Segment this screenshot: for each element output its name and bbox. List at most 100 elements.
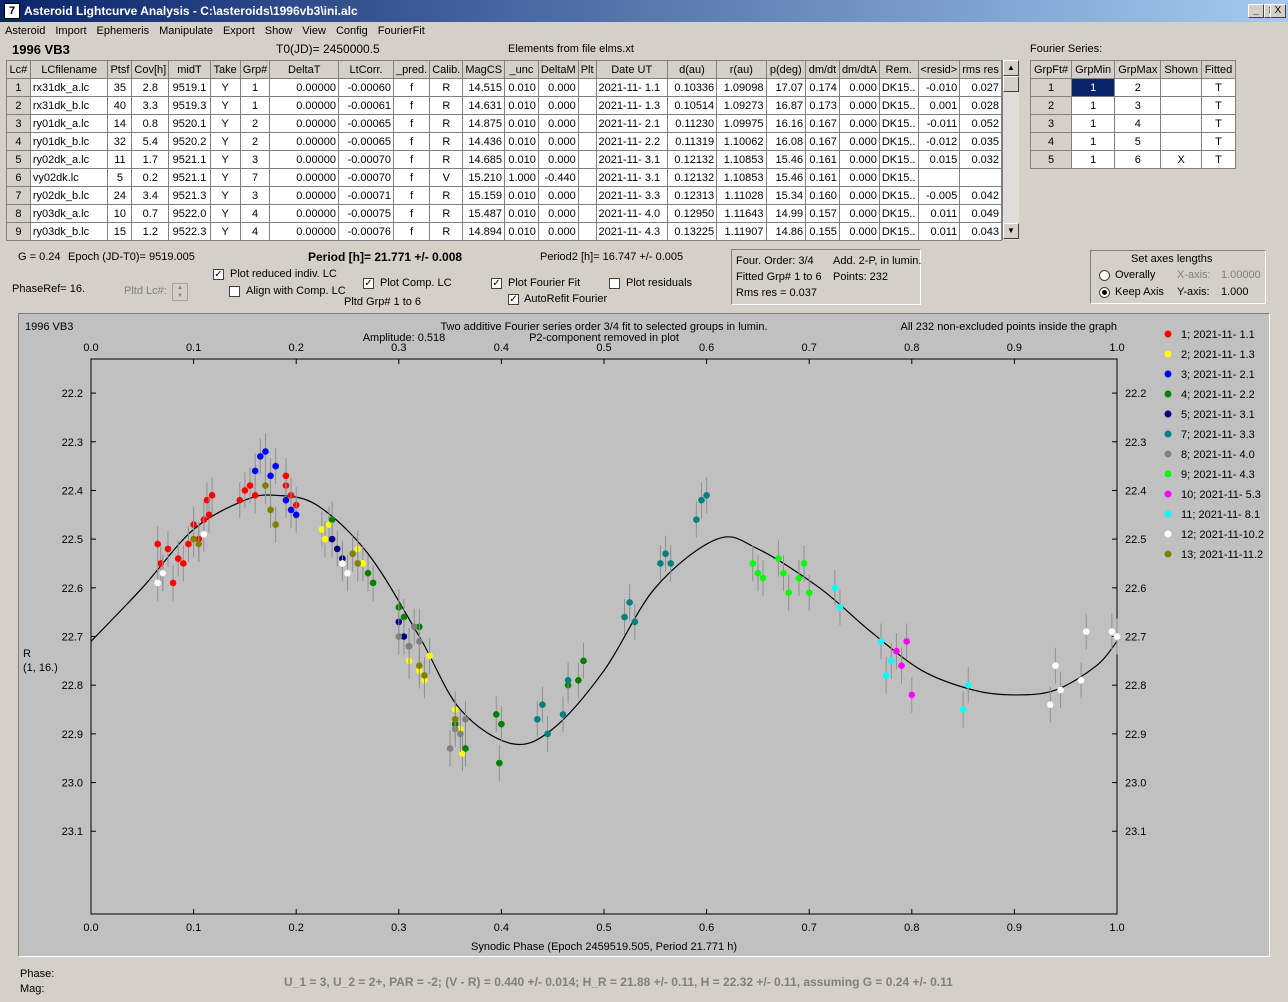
lc-cell[interactable]: 3 <box>239 186 271 205</box>
lc-cell[interactable]: 0.000 <box>838 204 880 223</box>
lc-cell[interactable]: DK15.. <box>878 96 919 115</box>
lc-cell[interactable]: 1.09975 <box>716 114 767 133</box>
lc-cell[interactable]: 0.010 <box>504 204 539 223</box>
lc-cell[interactable]: R <box>429 114 464 133</box>
lc-cell[interactable]: DK15.. <box>878 168 919 187</box>
ft-table-row[interactable]: 415 T <box>1029 132 1237 151</box>
lc-cell[interactable]: 2 <box>239 132 271 151</box>
ft-cell[interactable] <box>1160 96 1202 115</box>
lc-cell[interactable]: 0.167 <box>805 114 840 133</box>
lc-cell[interactable]: 9522.0 <box>168 204 211 223</box>
lc-cell[interactable]: 0.000 <box>537 114 579 133</box>
lc-col-header[interactable]: LCfilename <box>29 60 109 79</box>
lc-cell[interactable]: 0.12132 <box>666 150 718 169</box>
lc-cell[interactable]: Y <box>209 78 241 97</box>
ft-cell[interactable]: 4 <box>1114 114 1162 133</box>
menu-import[interactable]: Import <box>50 22 91 37</box>
lc-cell[interactable]: 7 <box>239 168 271 187</box>
lc-cell[interactable]: -0.00060 <box>337 78 395 97</box>
lc-cell[interactable]: 0.052 <box>959 114 1002 133</box>
lc-cell[interactable]: 0.015 <box>917 150 961 169</box>
lc-cell[interactable]: 0.155 <box>805 222 840 241</box>
plot-comp-checkbox[interactable]: ✓ <box>363 278 374 289</box>
lc-cell[interactable]: 0.00000 <box>269 204 339 223</box>
lc-cell[interactable]: Y <box>209 186 241 205</box>
lc-cell[interactable]: R <box>429 132 464 151</box>
lc-cell[interactable]: DK15.. <box>878 222 919 241</box>
lc-cell[interactable] <box>577 186 597 205</box>
lc-cell[interactable]: 0.00000 <box>269 168 339 187</box>
ft-cell[interactable]: 2 <box>1114 78 1162 97</box>
lc-cell[interactable]: f <box>393 96 431 115</box>
menu-manipulate[interactable]: Manipulate <box>154 22 218 37</box>
lc-cell[interactable]: f <box>393 204 431 223</box>
lc-cell[interactable]: 16.16 <box>765 114 807 133</box>
lc-cell[interactable]: 1.7 <box>131 150 170 169</box>
lc-cell[interactable]: 0.000 <box>537 222 579 241</box>
ft-cell[interactable]: X <box>1160 150 1202 169</box>
lc-cell[interactable]: 2021-11- 3.1 <box>595 150 668 169</box>
plot-reduced-checkbox[interactable]: ✓ <box>213 269 224 280</box>
lc-cell[interactable]: 1.10853 <box>716 168 767 187</box>
menu-config[interactable]: Config <box>331 22 373 37</box>
lc-col-header[interactable]: LtCorr. <box>337 60 395 79</box>
lc-cell[interactable]: 0.161 <box>805 168 840 187</box>
lc-cell[interactable]: 14.631 <box>462 96 506 115</box>
lc-cell[interactable]: 35 <box>107 78 133 97</box>
lc-cell[interactable]: 0.10336 <box>666 78 718 97</box>
lc-col-header[interactable]: Cov[h] <box>131 60 170 79</box>
ft-cell[interactable] <box>1160 78 1202 97</box>
lc-cell[interactable]: 11 <box>107 150 133 169</box>
lc-cell[interactable]: ry03dk_a.lc <box>29 204 109 223</box>
lc-cell[interactable]: 2021-11- 4.3 <box>595 222 668 241</box>
lc-col-header[interactable]: Ptsf <box>107 60 133 79</box>
lc-cell[interactable]: 0.13225 <box>666 222 718 241</box>
lc-cell[interactable]: 3.4 <box>131 186 170 205</box>
lc-cell[interactable]: -0.00075 <box>337 204 395 223</box>
lc-cell[interactable]: 0.032 <box>959 150 1002 169</box>
lc-cell[interactable]: DK15.. <box>878 132 919 151</box>
lc-cell[interactable]: 2021-11- 3.3 <box>595 186 668 205</box>
plot-fourier-checkbox[interactable]: ✓ <box>491 278 502 289</box>
lc-table-row[interactable]: 8 ry03dk_a.lc 10 0.7 9522.0 Y 4 0.00000 -0.00075… <box>6 204 1002 223</box>
scroll-up-icon[interactable]: ▲ <box>1003 60 1019 76</box>
lc-cell[interactable]: Y <box>209 222 241 241</box>
lc-col-header[interactable]: DeltaM <box>537 60 579 79</box>
lc-cell[interactable]: DK15.. <box>878 186 919 205</box>
lc-cell[interactable]: 0.157 <box>805 204 840 223</box>
lc-cell[interactable]: 14.685 <box>462 150 506 169</box>
lc-cell[interactable]: R <box>429 78 464 97</box>
ft-cell[interactable]: 1 <box>1071 78 1116 97</box>
lc-cell[interactable]: 0.010 <box>504 150 539 169</box>
ft-cell[interactable]: 1 <box>1029 78 1073 97</box>
lc-cell[interactable]: 16.87 <box>765 96 807 115</box>
ft-cell[interactable]: 3 <box>1029 114 1073 133</box>
lc-table-row[interactable]: 6 vy02dk.lc 5 0.2 9521.1 Y 7 0.00000 -0.00070 f V 1… <box>6 168 1002 187</box>
ft-cell[interactable]: T <box>1200 96 1237 115</box>
lc-cell[interactable]: 1.09098 <box>716 78 767 97</box>
lc-col-header[interactable]: _pred. <box>393 60 431 79</box>
menu-view[interactable]: View <box>297 22 331 37</box>
lc-cell[interactable]: 9521.1 <box>168 168 211 187</box>
lc-cell[interactable]: 1.10062 <box>716 132 767 151</box>
lc-cell[interactable]: 1.11643 <box>716 204 767 223</box>
lc-cell[interactable]: rx31dk_b.lc <box>29 96 109 115</box>
lc-col-header[interactable]: rms res <box>959 60 1002 79</box>
lc-cell[interactable]: f <box>393 222 431 241</box>
lc-col-header[interactable]: _unc <box>504 60 539 79</box>
lc-cell[interactable]: 2021-11- 3.1 <box>595 168 668 187</box>
lc-cell[interactable]: 0.010 <box>504 222 539 241</box>
lc-col-header[interactable]: p(deg) <box>765 60 807 79</box>
lc-cell[interactable]: f <box>393 150 431 169</box>
lc-cell[interactable]: vy02dk.lc <box>29 168 109 187</box>
lc-cell[interactable]: DK15.. <box>878 204 919 223</box>
lc-cell[interactable]: 0.12313 <box>666 186 718 205</box>
lc-cell[interactable]: 0.10514 <box>666 96 718 115</box>
lc-cell[interactable]: 40 <box>107 96 133 115</box>
ft-cell[interactable]: 5 <box>1029 150 1073 169</box>
lc-cell[interactable]: 2021-11- 4.0 <box>595 204 668 223</box>
lc-cell[interactable]: 0.160 <box>805 186 840 205</box>
lc-cell[interactable]: Y <box>209 204 241 223</box>
autorefit-checkbox[interactable]: ✓ <box>508 294 519 305</box>
lc-cell[interactable]: 0.00000 <box>269 114 339 133</box>
